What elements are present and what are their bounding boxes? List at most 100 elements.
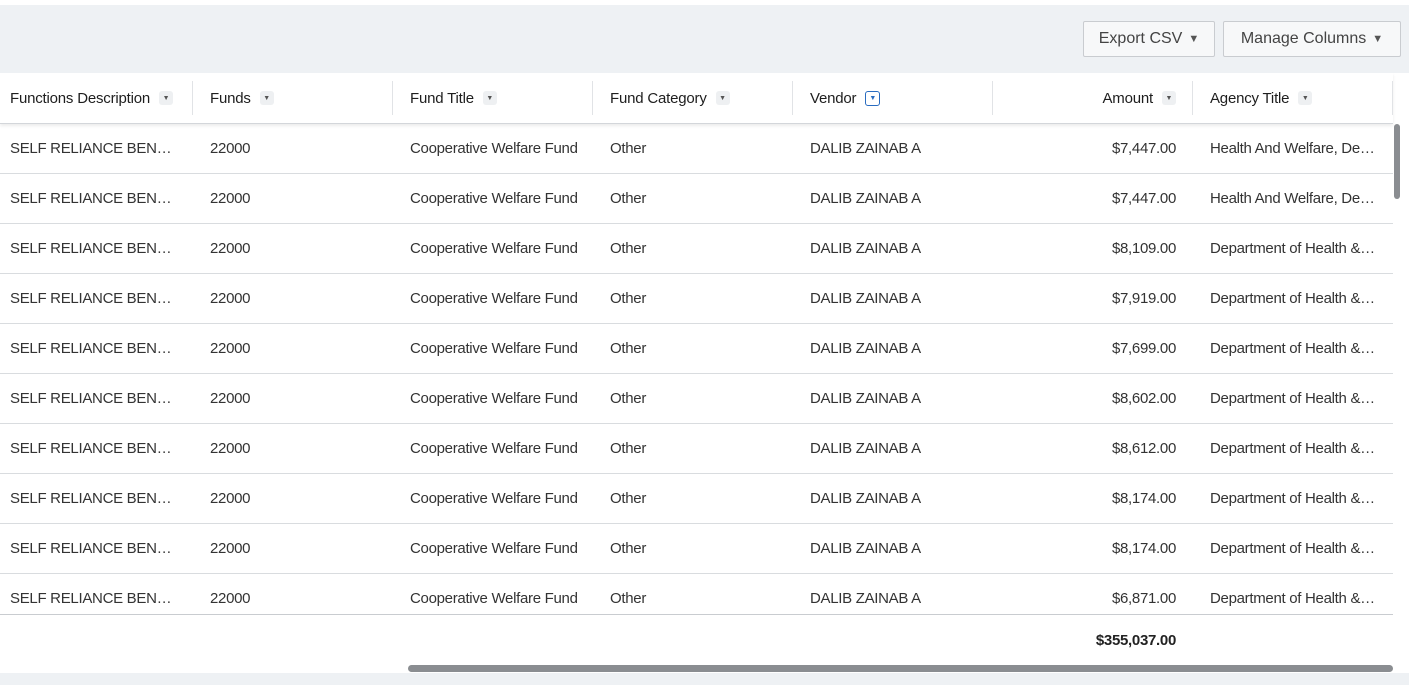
cell-vendor: DALIB ZAINAB A xyxy=(810,190,921,207)
column-header-label: Amount xyxy=(1102,89,1154,107)
cell-funds: 22000 xyxy=(210,240,251,257)
vertical-scrollbar-thumb[interactable] xyxy=(1394,124,1400,199)
table-row[interactable]: SELF RELIANCE BENEFITS 22000 Cooperative W… xyxy=(0,124,1393,174)
cell-vendor: DALIB ZAINAB A xyxy=(810,290,921,307)
page-footer-strip xyxy=(0,673,1415,685)
cell-fund-category: Other xyxy=(610,390,647,407)
manage-columns-button[interactable]: Manage Columns ▼ xyxy=(1223,21,1401,57)
cell-fund-title: Cooperative Welfare Fund xyxy=(410,340,578,357)
cell-fund-category: Other xyxy=(610,190,647,207)
cell-fund-category: Other xyxy=(610,490,647,507)
cell-funds: 22000 xyxy=(210,340,251,357)
table-row[interactable]: SELF RELIANCE BENEFITS 22000 Cooperative W… xyxy=(0,174,1393,224)
cell-amount: $7,699.00 xyxy=(1111,340,1176,357)
column-header-funds[interactable]: Funds ▼ xyxy=(210,73,390,123)
horizontal-scrollbar-thumb[interactable] xyxy=(408,665,1393,672)
column-header-functions-description[interactable]: Functions Description ▼ xyxy=(10,73,190,123)
cell-fund-title: Cooperative Welfare Fund xyxy=(410,540,578,557)
cell-funds: 22000 xyxy=(210,290,251,307)
table-row[interactable]: SELF RELIANCE BENEFITS 22000 Cooperative W… xyxy=(0,524,1393,574)
column-header-amount[interactable]: Amount ▼ xyxy=(1000,73,1176,123)
column-divider[interactable] xyxy=(792,81,793,115)
cell-vendor: DALIB ZAINAB A xyxy=(810,540,921,557)
cell-vendor: DALIB ZAINAB A xyxy=(810,240,921,257)
grid-toolbar: Export CSV ▼ Manage Columns ▼ xyxy=(0,5,1409,73)
column-header-label: Fund Category xyxy=(610,89,707,107)
cell-amount: $7,447.00 xyxy=(1111,140,1176,157)
cell-vendor: DALIB ZAINAB A xyxy=(810,390,921,407)
column-header-label: Vendor xyxy=(810,89,857,107)
cell-functions-description: SELF RELIANCE BENEFITS xyxy=(10,190,178,207)
cell-fund-category: Other xyxy=(610,440,647,457)
table-row[interactable]: SELF RELIANCE BENEFITS 22000 Cooperative W… xyxy=(0,424,1393,474)
cell-fund-category: Other xyxy=(610,340,647,357)
cell-functions-description: SELF RELIANCE BENEFITS xyxy=(10,340,178,357)
column-header-fund-category[interactable]: Fund Category ▼ xyxy=(610,73,790,123)
cell-functions-description: SELF RELIANCE BENEFITS xyxy=(10,590,178,607)
cell-fund-title: Cooperative Welfare Fund xyxy=(410,390,578,407)
column-divider[interactable] xyxy=(1192,81,1193,115)
cell-agency-title: Department of Health & Welfare xyxy=(1210,240,1376,257)
cell-fund-category: Other xyxy=(610,290,647,307)
cell-amount: $8,174.00 xyxy=(1111,540,1176,557)
column-divider[interactable] xyxy=(1392,81,1393,115)
column-header-vendor[interactable]: Vendor ▼ xyxy=(810,73,990,123)
sort-toggle-icon[interactable]: ▼ xyxy=(159,91,174,105)
cell-fund-category: Other xyxy=(610,540,647,557)
cell-funds: 22000 xyxy=(210,590,251,607)
cell-fund-title: Cooperative Welfare Fund xyxy=(410,240,578,257)
column-divider[interactable] xyxy=(392,81,393,115)
caret-down-icon: ▼ xyxy=(1188,33,1200,45)
sort-toggle-icon[interactable]: ▼ xyxy=(259,91,274,105)
column-divider[interactable] xyxy=(592,81,593,115)
table-row[interactable]: SELF RELIANCE BENEFITS 22000 Cooperative W… xyxy=(0,224,1393,274)
cell-fund-category: Other xyxy=(610,590,647,607)
cell-agency-title: Department of Health & Welfare xyxy=(1210,590,1376,607)
cell-agency-title: Health And Welfare, Department of xyxy=(1210,140,1376,157)
sort-toggle-icon[interactable]: ▼ xyxy=(1298,91,1313,105)
cell-fund-title: Cooperative Welfare Fund xyxy=(410,490,578,507)
cell-fund-category: Other xyxy=(610,240,647,257)
cell-funds: 22000 xyxy=(210,390,251,407)
grid-header: Functions Description ▼ Funds ▼ Fund Tit… xyxy=(0,73,1393,124)
column-header-fund-title[interactable]: Fund Title ▼ xyxy=(410,73,590,123)
cell-fund-title: Cooperative Welfare Fund xyxy=(410,140,578,157)
cell-fund-title: Cooperative Welfare Fund xyxy=(410,290,578,307)
cell-agency-title: Department of Health & Welfare xyxy=(1210,440,1376,457)
cell-functions-description: SELF RELIANCE BENEFITS xyxy=(10,240,178,257)
table-row[interactable]: SELF RELIANCE BENEFITS 22000 Cooperative W… xyxy=(0,574,1393,615)
cell-functions-description: SELF RELIANCE BENEFITS xyxy=(10,140,178,157)
cell-vendor: DALIB ZAINAB A xyxy=(810,440,921,457)
cell-vendor: DALIB ZAINAB A xyxy=(810,340,921,357)
cell-funds: 22000 xyxy=(210,540,251,557)
vertical-scrollbar[interactable] xyxy=(1393,124,1409,615)
cell-funds: 22000 xyxy=(210,490,251,507)
cell-amount: $8,174.00 xyxy=(1111,490,1176,507)
totals-row: $355,037.00 xyxy=(0,614,1393,665)
cell-funds: 22000 xyxy=(210,140,251,157)
sort-toggle-icon[interactable]: ▼ xyxy=(865,90,881,106)
cell-amount: $8,602.00 xyxy=(1111,390,1176,407)
column-divider[interactable] xyxy=(992,81,993,115)
cell-functions-description: SELF RELIANCE BENEFITS xyxy=(10,490,178,507)
cell-fund-title: Cooperative Welfare Fund xyxy=(410,190,578,207)
export-csv-button[interactable]: Export CSV ▼ xyxy=(1083,21,1215,57)
cell-agency-title: Department of Health & Welfare xyxy=(1210,490,1376,507)
grid-body: SELF RELIANCE BENEFITS 22000 Cooperative W… xyxy=(0,124,1393,615)
column-header-label: Agency Title xyxy=(1210,89,1290,107)
column-divider[interactable] xyxy=(192,81,193,115)
sort-toggle-icon[interactable]: ▼ xyxy=(482,91,497,105)
cell-functions-description: SELF RELIANCE BENEFITS xyxy=(10,440,178,457)
sort-toggle-icon[interactable]: ▼ xyxy=(1162,91,1176,105)
cell-functions-description: SELF RELIANCE BENEFITS xyxy=(10,540,178,557)
caret-down-icon: ▼ xyxy=(1372,33,1384,45)
manage-columns-label: Manage Columns xyxy=(1240,30,1367,47)
column-header-agency-title[interactable]: Agency Title ▼ xyxy=(1210,73,1380,123)
horizontal-scrollbar[interactable] xyxy=(0,663,1409,673)
table-row[interactable]: SELF RELIANCE BENEFITS 22000 Cooperative W… xyxy=(0,474,1393,524)
cell-amount: $7,447.00 xyxy=(1111,190,1176,207)
table-row[interactable]: SELF RELIANCE BENEFITS 22000 Cooperative W… xyxy=(0,374,1393,424)
sort-toggle-icon[interactable]: ▼ xyxy=(715,91,730,105)
table-row[interactable]: SELF RELIANCE BENEFITS 22000 Cooperative W… xyxy=(0,324,1393,374)
table-row[interactable]: SELF RELIANCE BENEFITS 22000 Cooperative W… xyxy=(0,274,1393,324)
